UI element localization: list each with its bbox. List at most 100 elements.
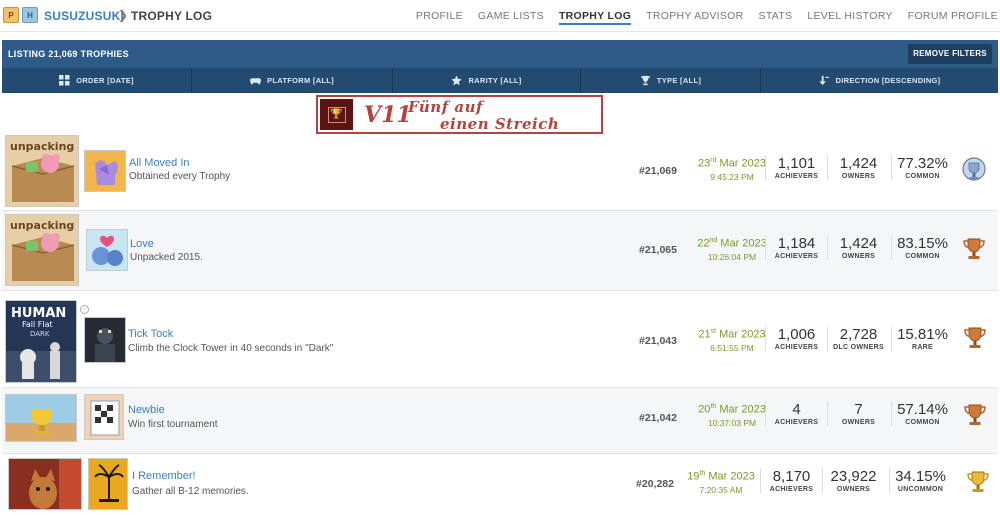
trophy-image-all-moved-in[interactable] [84,150,126,192]
trophy-image-love[interactable] [86,229,128,271]
earned-date: 20th Mar 2023 10:37:03 PM [698,403,766,428]
rarity-stat: 83.15% COMMON [891,235,953,260]
svg-text:Fall Flat: Fall Flat [22,320,53,329]
filter-platform-label: PLATFORM [ALL] [267,76,334,85]
profile-nav-links: PROFILE GAME LISTS TROPHY LOG TROPHY ADV… [416,10,998,25]
trophy-rank: #21,065 [639,244,677,256]
game-title-unpacking: unpacking [10,140,74,153]
ps-plus-badge: P [3,7,19,23]
earned-time: 7:20:35 AM [699,484,743,495]
svg-text:DARK: DARK [30,330,50,338]
filter-rarity[interactable]: RARITY [ALL] [393,68,581,93]
nav-level-history[interactable]: LEVEL HISTORY [807,10,892,25]
filter-direction[interactable]: DIRECTION [DESCENDING] [761,68,998,93]
nav-trophy-advisor[interactable]: TROPHY ADVISOR [646,10,743,25]
trophy-image-tick-tock[interactable] [84,317,126,363]
grid-icon [59,75,70,86]
bronze-trophy-icon [964,404,986,425]
username-link[interactable]: SUSUZUSUKI [44,9,124,23]
game-image-human-fall-flat[interactable]: HUMAN Fall Flat DARK [5,300,77,383]
achievers-stat: 4 ACHIEVERS [765,401,827,426]
achievers-stat: 1,101 ACHIEVERS [765,155,827,180]
gold-trophy-icon [967,471,989,492]
earned-time: 6:51:55 PM [710,342,754,353]
nav-forum-profile[interactable]: FORUM PROFILE [908,10,998,25]
filter-platform[interactable]: PLATFORM [ALL] [192,68,393,93]
breadcrumb-section: TROPHY LOG [131,9,213,23]
breadcrumb-chevron-icon: ❯ [118,8,129,22]
hidden-badge: H [22,7,38,23]
filter-bar: ORDER [DATE] PLATFORM [ALL] RARITY [ALL]… [2,68,998,93]
game-image-stray[interactable] [8,458,82,510]
filter-order[interactable]: ORDER [DATE] [2,68,192,93]
bronze-trophy-icon [963,238,985,259]
star-icon [451,75,463,86]
earned-time: 10:26:04 PM [707,251,757,262]
banner-version: V11 [364,102,412,128]
bronze-trophy-icon [964,327,986,348]
table-row: Newbie Win first tournament #21,042 20th… [2,388,998,454]
trophy-rank: #20,282 [636,478,674,490]
rarity-stat: 57.14% COMMON [891,401,953,426]
trophy-image-newbie[interactable] [84,394,124,440]
owners-stat: 23,922 OWNERS [822,468,884,493]
rarity-stat: 77.32% COMMON [891,155,953,180]
nav-profile[interactable]: PROFILE [416,10,463,25]
trophy-rank: #21,069 [639,165,677,177]
game-image-unpacking[interactable]: unpacking [5,135,79,207]
filter-order-label: ORDER [DATE] [76,76,134,85]
trophy-name-link[interactable]: All Moved In [129,157,190,169]
trophy-name-link[interactable]: Newbie [128,404,165,416]
filter-direction-label: DIRECTION [DESCENDING] [835,76,941,85]
trophy-description: Unpacked 2015. [130,252,203,263]
trophy-rank: #21,043 [639,335,677,347]
earned-date: 19th Mar 2023 7:20:35 AM [687,470,755,495]
nav-stats[interactable]: STATS [759,10,793,25]
owners-stat: 2,728 DLC OWNERS [827,326,889,351]
nav-game-lists[interactable]: GAME LISTS [478,10,544,25]
signature-banner: 🏆 V11 Fünf auf einen Streich [316,95,603,134]
listing-header: LISTING 21,069 TROPHIES REMOVE FILTERS [2,40,998,68]
top-navigation: P H SUSUZUSUKI ❯ TROPHY LOG PROFILE GAME… [0,0,1000,32]
filter-rarity-label: RARITY [ALL] [468,76,522,85]
rarity-stat: 34.15% UNCOMMON [889,468,951,493]
platinum-trophy-icon [962,157,986,181]
filter-type-label: TYPE [ALL] [656,76,702,85]
game-title-human: HUMAN [11,306,66,321]
earned-date: 23rd Mar 2023 9:45:23 PM [697,157,766,182]
banner-line-1: Fünf auf [408,98,483,116]
game-image-unpacking[interactable]: unpacking [5,214,79,286]
game-title-unpacking: unpacking [10,219,74,232]
game-image-racing[interactable] [5,394,77,442]
table-row: unpacking All Moved In Obtained every Tr… [2,133,998,211]
owners-stat: 1,424 OWNERS [827,235,889,260]
trophy-image-i-remember[interactable] [88,458,128,510]
trophy-name-link[interactable]: Tick Tock [128,328,173,340]
earned-time: 9:45:23 PM [710,171,754,182]
filter-type[interactable]: TYPE [ALL] [581,68,761,93]
achievers-stat: 1,184 ACHIEVERS [765,235,827,260]
owners-stat: 7 OWNERS [827,401,889,426]
trophy-rank: #21,042 [639,412,677,424]
earned-date: 22nd Mar 2023 10:26:04 PM [697,237,767,262]
table-row: unpacking Love Unpacked 2015. #21,065 22… [2,211,998,291]
trophy-name-link[interactable]: I Remember! [132,470,196,482]
banner-trophy-icon: 🏆 [320,99,353,130]
trophy-icon [640,75,650,86]
trophy-description: Obtained every Trophy [129,171,231,182]
gamepad-icon [250,78,262,85]
trophy-name-link[interactable]: Love [130,238,154,250]
owners-stat: 1,424 OWNERS [827,155,889,180]
sort-down-icon [818,75,829,86]
nav-trophy-log[interactable]: TROPHY LOG [558,10,632,25]
listing-count: LISTING 21,069 TROPHIES [8,49,129,59]
banner-line-2: einen Streich [440,115,560,133]
dlc-marker-icon: ◦ [80,305,89,314]
earned-date: 21st Mar 2023 6:51:55 PM [698,328,766,353]
earned-time: 10:37:03 PM [707,417,757,428]
table-row: HUMAN Fall Flat DARK ◦ Tick Tock Climb t… [2,291,998,388]
remove-filters-button[interactable]: REMOVE FILTERS [908,44,992,64]
achievers-stat: 1,006 ACHIEVERS [765,326,827,351]
rarity-stat: 15.81% RARE [891,326,953,351]
table-row: I Remember! Gather all B-12 memories. #2… [2,454,998,516]
